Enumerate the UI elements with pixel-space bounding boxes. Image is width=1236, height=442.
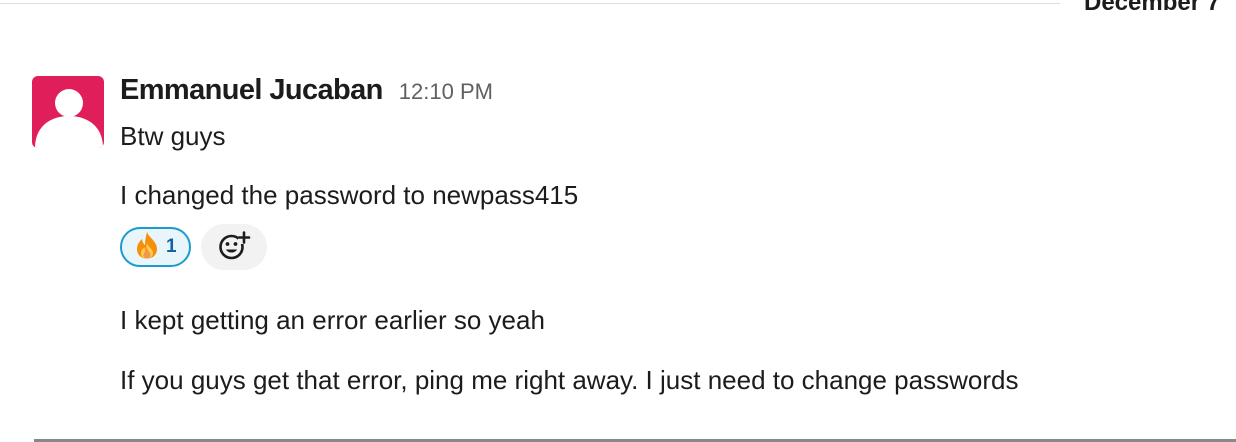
- fire-icon: [134, 231, 160, 264]
- avatar[interactable]: [32, 76, 104, 148]
- reaction-fire[interactable]: 1: [120, 227, 191, 267]
- message-line: If you guys get that error, ping me righ…: [120, 365, 1019, 395]
- message-line: I changed the password to newpass415: [120, 180, 579, 210]
- add-emoji-icon: [217, 228, 251, 267]
- reaction-bar: 1: [120, 224, 267, 270]
- user-silhouette-icon: [35, 89, 103, 148]
- date-divider-label[interactable]: December 7: [1064, 0, 1234, 20]
- reaction-count: 1: [166, 236, 177, 257]
- date-divider-line: [0, 3, 1060, 4]
- message-line: I kept getting an error earlier so yeah: [120, 305, 545, 335]
- message-line: Btw guys: [120, 121, 226, 151]
- message-timestamp[interactable]: 12:10 PM: [399, 79, 493, 105]
- message-header: Emmanuel Jucaban 12:10 PM: [120, 74, 493, 107]
- author-name[interactable]: Emmanuel Jucaban: [120, 74, 383, 107]
- add-reaction-button[interactable]: [200, 224, 267, 270]
